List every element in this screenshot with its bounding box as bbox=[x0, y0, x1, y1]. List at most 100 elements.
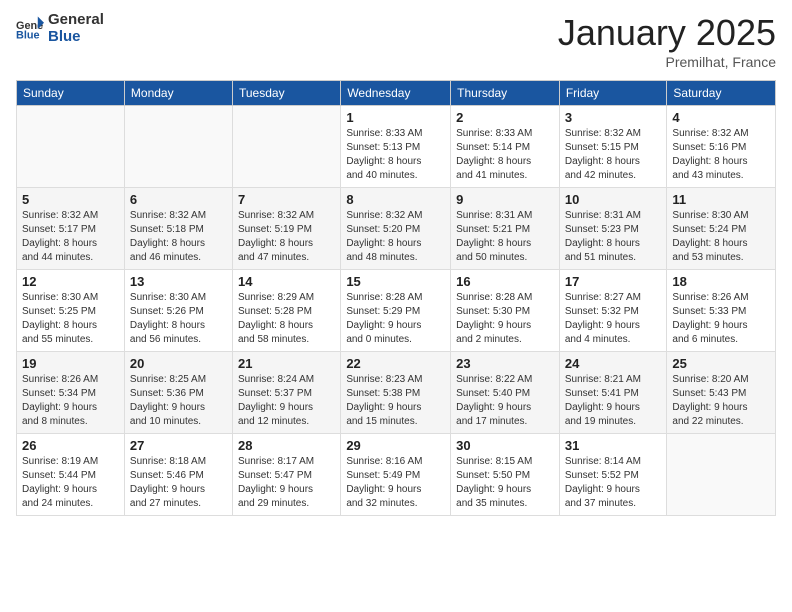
day-info: Sunrise: 8:27 AM Sunset: 5:32 PM Dayligh… bbox=[565, 291, 662, 347]
table-row: 11 Sunrise: 8:30 AM Sunset: 5:24 PM Dayli… bbox=[667, 188, 776, 270]
day-number: 16 bbox=[456, 274, 554, 289]
day-info: Sunrise: 8:30 AM Sunset: 5:24 PM Dayligh… bbox=[672, 209, 770, 265]
table-row: 14 Sunrise: 8:29 AM Sunset: 5:28 PM Dayli… bbox=[232, 270, 340, 352]
table-row: 24 Sunrise: 8:21 AM Sunset: 5:41 PM Dayli… bbox=[559, 352, 667, 434]
day-info: Sunrise: 8:26 AM Sunset: 5:33 PM Dayligh… bbox=[672, 291, 770, 347]
day-number: 27 bbox=[130, 438, 227, 453]
day-number: 26 bbox=[22, 438, 119, 453]
day-number: 6 bbox=[130, 192, 227, 207]
table-row: 28Sunrise: 8:17 AM Sunset: 5:47 PM Dayli… bbox=[232, 434, 340, 516]
table-row: 10Sunrise: 8:31 AM Sunset: 5:23 PM Dayli… bbox=[559, 188, 667, 270]
table-row bbox=[17, 106, 125, 188]
table-row: 4Sunrise: 8:32 AM Sunset: 5:16 PM Daylig… bbox=[667, 106, 776, 188]
col-friday: Friday bbox=[559, 81, 667, 106]
calendar-week-row: 12 Sunrise: 8:30 AM Sunset: 5:25 PM Dayli… bbox=[17, 270, 776, 352]
svg-text:Blue: Blue bbox=[16, 29, 40, 41]
day-info: Sunrise: 8:23 AM Sunset: 5:38 PM Dayligh… bbox=[346, 373, 445, 429]
day-info: Sunrise: 8:31 AM Sunset: 5:21 PM Dayligh… bbox=[456, 209, 554, 265]
table-row: 27 Sunrise: 8:18 AM Sunset: 5:46 PM Dayli… bbox=[124, 434, 232, 516]
day-info: Sunrise: 8:29 AM Sunset: 5:28 PM Dayligh… bbox=[238, 291, 335, 347]
table-row: 12 Sunrise: 8:30 AM Sunset: 5:25 PM Dayli… bbox=[17, 270, 125, 352]
table-row bbox=[124, 106, 232, 188]
day-number: 13 bbox=[130, 274, 227, 289]
day-number: 5 bbox=[22, 192, 119, 207]
month-title: January 2025 bbox=[558, 12, 776, 54]
table-row: 1 Sunrise: 8:33 AM Sunset: 5:13 PM Daylig… bbox=[341, 106, 451, 188]
calendar-week-row: 26 Sunrise: 8:19 AM Sunset: 5:44 PM Dayli… bbox=[17, 434, 776, 516]
col-saturday: Saturday bbox=[667, 81, 776, 106]
table-row: 22Sunrise: 8:23 AM Sunset: 5:38 PM Dayli… bbox=[341, 352, 451, 434]
table-row: 30Sunrise: 8:15 AM Sunset: 5:50 PM Dayli… bbox=[451, 434, 560, 516]
day-info: Sunrise: 8:33 AM Sunset: 5:14 PM Dayligh… bbox=[456, 127, 554, 183]
day-number: 30 bbox=[456, 438, 554, 453]
day-info: Sunrise: 8:32 AM Sunset: 5:20 PM Dayligh… bbox=[346, 209, 445, 265]
day-number: 3 bbox=[565, 110, 662, 125]
day-info: Sunrise: 8:32 AM Sunset: 5:15 PM Dayligh… bbox=[565, 127, 662, 183]
table-row: 7Sunrise: 8:32 AM Sunset: 5:19 PM Daylig… bbox=[232, 188, 340, 270]
day-number: 18 bbox=[672, 274, 770, 289]
day-number: 8 bbox=[346, 192, 445, 207]
day-number: 31 bbox=[565, 438, 662, 453]
day-info: Sunrise: 8:31 AM Sunset: 5:23 PM Dayligh… bbox=[565, 209, 662, 265]
day-info: Sunrise: 8:32 AM Sunset: 5:19 PM Dayligh… bbox=[238, 209, 335, 265]
table-row: 15 Sunrise: 8:28 AM Sunset: 5:29 PM Dayli… bbox=[341, 270, 451, 352]
day-info: Sunrise: 8:24 AM Sunset: 5:37 PM Dayligh… bbox=[238, 373, 335, 429]
table-row: 17 Sunrise: 8:27 AM Sunset: 5:32 PM Dayli… bbox=[559, 270, 667, 352]
day-number: 11 bbox=[672, 192, 770, 207]
table-row: 29 Sunrise: 8:16 AM Sunset: 5:49 PM Dayli… bbox=[341, 434, 451, 516]
day-number: 12 bbox=[22, 274, 119, 289]
table-row bbox=[667, 434, 776, 516]
table-row: 23 Sunrise: 8:22 AM Sunset: 5:40 PM Dayli… bbox=[451, 352, 560, 434]
calendar-body: 1 Sunrise: 8:33 AM Sunset: 5:13 PM Daylig… bbox=[17, 106, 776, 516]
table-row: 2 Sunrise: 8:33 AM Sunset: 5:14 PM Daylig… bbox=[451, 106, 560, 188]
logo-general: General bbox=[48, 11, 104, 28]
title-block: January 2025 Premilhat, France bbox=[558, 12, 776, 70]
day-number: 29 bbox=[346, 438, 445, 453]
table-row: 16 Sunrise: 8:28 AM Sunset: 5:30 PM Dayli… bbox=[451, 270, 560, 352]
day-info: Sunrise: 8:30 AM Sunset: 5:25 PM Dayligh… bbox=[22, 291, 119, 347]
day-info: Sunrise: 8:33 AM Sunset: 5:13 PM Dayligh… bbox=[346, 127, 445, 183]
col-thursday: Thursday bbox=[451, 81, 560, 106]
day-number: 21 bbox=[238, 356, 335, 371]
day-info: Sunrise: 8:20 AM Sunset: 5:43 PM Dayligh… bbox=[672, 373, 770, 429]
day-info: Sunrise: 8:28 AM Sunset: 5:29 PM Dayligh… bbox=[346, 291, 445, 347]
day-info: Sunrise: 8:18 AM Sunset: 5:46 PM Dayligh… bbox=[130, 455, 227, 511]
day-number: 17 bbox=[565, 274, 662, 289]
day-number: 9 bbox=[456, 192, 554, 207]
day-info: Sunrise: 8:21 AM Sunset: 5:41 PM Dayligh… bbox=[565, 373, 662, 429]
logo-blue: Blue bbox=[48, 28, 81, 45]
col-monday: Monday bbox=[124, 81, 232, 106]
day-info: Sunrise: 8:25 AM Sunset: 5:36 PM Dayligh… bbox=[130, 373, 227, 429]
day-number: 14 bbox=[238, 274, 335, 289]
calendar: Sunday Monday Tuesday Wednesday Thursday… bbox=[16, 80, 776, 516]
table-row: 21 Sunrise: 8:24 AM Sunset: 5:37 PM Dayli… bbox=[232, 352, 340, 434]
day-info: Sunrise: 8:14 AM Sunset: 5:52 PM Dayligh… bbox=[565, 455, 662, 511]
header: General Blue General Blue January 2025 P… bbox=[16, 12, 776, 70]
logo-icon: General Blue bbox=[16, 15, 44, 43]
table-row: 6Sunrise: 8:32 AM Sunset: 5:18 PM Daylig… bbox=[124, 188, 232, 270]
col-wednesday: Wednesday bbox=[341, 81, 451, 106]
table-row: 25Sunrise: 8:20 AM Sunset: 5:43 PM Dayli… bbox=[667, 352, 776, 434]
day-info: Sunrise: 8:16 AM Sunset: 5:49 PM Dayligh… bbox=[346, 455, 445, 511]
day-number: 24 bbox=[565, 356, 662, 371]
day-info: Sunrise: 8:22 AM Sunset: 5:40 PM Dayligh… bbox=[456, 373, 554, 429]
day-number: 15 bbox=[346, 274, 445, 289]
day-number: 1 bbox=[346, 110, 445, 125]
day-info: Sunrise: 8:28 AM Sunset: 5:30 PM Dayligh… bbox=[456, 291, 554, 347]
table-row: 20Sunrise: 8:25 AM Sunset: 5:36 PM Dayli… bbox=[124, 352, 232, 434]
calendar-week-row: 1 Sunrise: 8:33 AM Sunset: 5:13 PM Daylig… bbox=[17, 106, 776, 188]
table-row: 13Sunrise: 8:30 AM Sunset: 5:26 PM Dayli… bbox=[124, 270, 232, 352]
page-container: General Blue General Blue January 2025 P… bbox=[0, 0, 792, 528]
table-row: 18 Sunrise: 8:26 AM Sunset: 5:33 PM Dayli… bbox=[667, 270, 776, 352]
day-info: Sunrise: 8:32 AM Sunset: 5:16 PM Dayligh… bbox=[672, 127, 770, 183]
day-number: 23 bbox=[456, 356, 554, 371]
table-row bbox=[232, 106, 340, 188]
calendar-header-row: Sunday Monday Tuesday Wednesday Thursday… bbox=[17, 81, 776, 106]
table-row: 3 Sunrise: 8:32 AM Sunset: 5:15 PM Daylig… bbox=[559, 106, 667, 188]
day-number: 2 bbox=[456, 110, 554, 125]
location: Premilhat, France bbox=[558, 54, 776, 70]
day-number: 19 bbox=[22, 356, 119, 371]
day-info: Sunrise: 8:26 AM Sunset: 5:34 PM Dayligh… bbox=[22, 373, 119, 429]
table-row: 5Sunrise: 8:32 AM Sunset: 5:17 PM Daylig… bbox=[17, 188, 125, 270]
day-info: Sunrise: 8:19 AM Sunset: 5:44 PM Dayligh… bbox=[22, 455, 119, 511]
